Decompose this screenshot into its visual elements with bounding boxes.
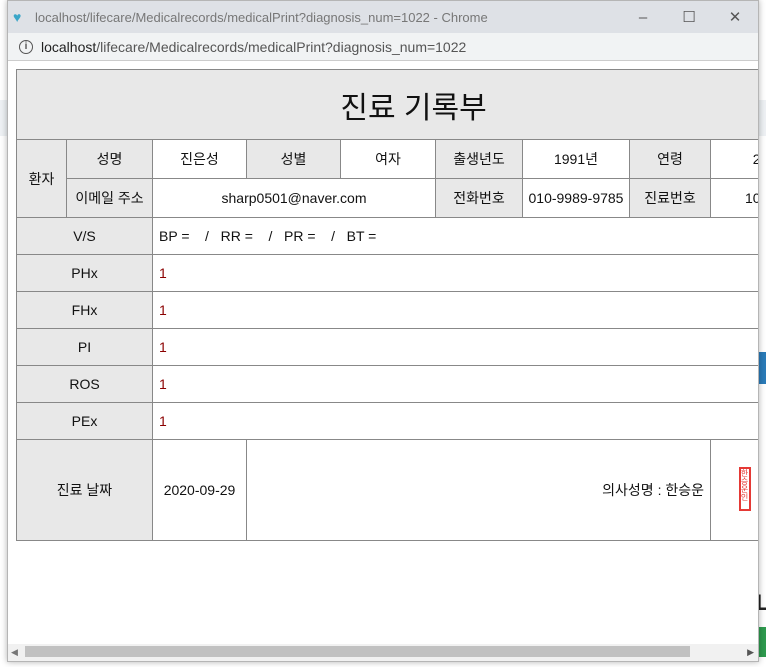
pex-label: PEx (16, 402, 153, 440)
date-label: 진료 날짜 (16, 439, 153, 541)
birth-label: 출생년도 (435, 139, 523, 179)
url-host: localhost (41, 38, 97, 55)
url-path: /lifecare/Medicalrecords/medicalPrint?di… (96, 38, 467, 55)
date-value: 2020-09-29 (152, 439, 247, 541)
favicon-heart-icon: ♥ (13, 9, 22, 25)
pi-value: 1 (151, 328, 758, 366)
info-icon[interactable]: i (19, 39, 33, 54)
phone-value: 010-9989-9785 (522, 178, 630, 218)
page-content: 진료 기록부 환자 성명 진은성 성별 여자 출생년도 1991년 연령 29 … (8, 61, 758, 644)
maximize-button[interactable]: ☐ (666, 8, 712, 26)
ros-value: 1 (151, 365, 758, 403)
age-label: 연령 (629, 139, 711, 179)
record-number-label: 진료번호 (629, 178, 711, 218)
doctor-seal-stamp: 한승운인 (739, 466, 751, 511)
name-value: 진은성 (152, 139, 247, 179)
doctor-name: 의사성명 : 한승운 (246, 439, 711, 541)
address-bar[interactable]: i localhost/lifecare/Medicalrecords/medi… (8, 33, 758, 61)
age-value: 29 (709, 139, 758, 179)
window-title: localhost/lifecare/Medicalrecords/medica… (35, 9, 488, 25)
fhx-value: 1 (151, 291, 758, 329)
gender-label: 성별 (246, 139, 341, 179)
vs-value: BP = / RR = / PR = / BT = (151, 217, 758, 255)
horizontal-scrollbar[interactable]: ◀ ▶ (8, 644, 758, 661)
phx-label: PHx (16, 254, 153, 292)
patient-label: 환자 (16, 139, 67, 218)
scroll-left-arrow-icon[interactable]: ◀ (11, 647, 18, 658)
pi-label: PI (16, 328, 153, 366)
minimize-button[interactable]: – (620, 9, 666, 26)
email-value: sharp0501@naver.com (152, 178, 436, 218)
ros-label: ROS (16, 365, 153, 403)
email-label: 이메일 주소 (66, 178, 153, 218)
record-title: 진료 기록부 (15, 69, 758, 140)
title-bar: ♥ localhost/lifecare/Medicalrecords/medi… (8, 1, 758, 33)
scrollbar-thumb[interactable] (25, 646, 690, 657)
birth-value: 1991년 (522, 139, 630, 179)
name-label: 성명 (66, 139, 153, 179)
phone-label: 전화번호 (435, 178, 523, 218)
close-button[interactable]: ✕ (712, 8, 758, 26)
phx-value: 1 (151, 254, 758, 292)
medical-record-table: 진료 기록부 환자 성명 진은성 성별 여자 출생년도 1991년 연령 29 … (15, 69, 758, 541)
vs-label: V/S (16, 217, 153, 255)
pex-value: 1 (151, 402, 758, 440)
fhx-label: FHx (16, 291, 153, 329)
gender-value: 여자 (340, 139, 436, 179)
record-number-value: 1022 (709, 178, 758, 218)
popup-window: ♥ localhost/lifecare/Medicalrecords/medi… (7, 0, 759, 662)
scroll-right-arrow-icon[interactable]: ▶ (747, 647, 754, 658)
